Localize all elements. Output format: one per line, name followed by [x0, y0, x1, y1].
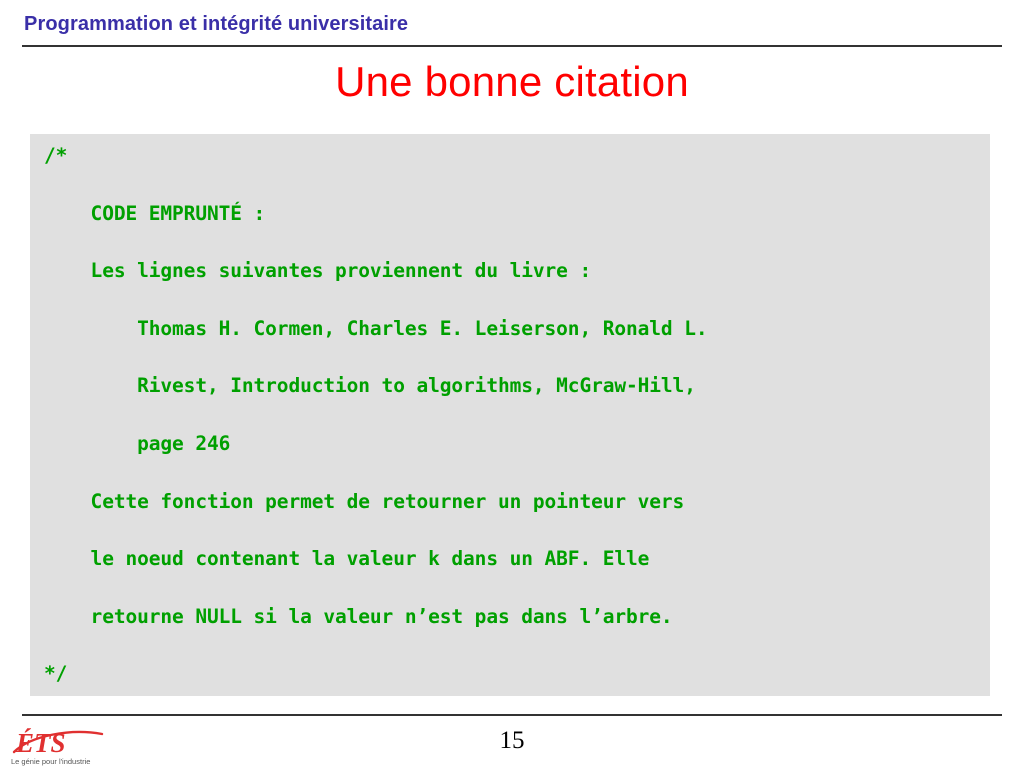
- code-token-comment: */: [44, 662, 68, 686]
- code-token-comment: CODE EMPRUNTÉ :: [44, 201, 266, 225]
- code-token-comment: Cette fonction permet de retourner un po…: [44, 489, 685, 513]
- code-line: Rivest, Introduction to algorithms, McGr…: [44, 372, 990, 401]
- code-token-comment: Les lignes suivantes proviennent du livr…: [44, 259, 592, 283]
- code-token-comment: /*: [44, 144, 68, 167]
- ets-logo-tagline: Le génie pour l'industrie: [11, 757, 91, 766]
- code-line: CODE EMPRUNTÉ :: [44, 200, 990, 229]
- code-token-comment: page 246: [44, 431, 231, 455]
- code-line: Les lignes suivantes proviennent du livr…: [44, 257, 990, 286]
- code-line: retourne NULL si la valeur n’est pas dan…: [44, 603, 990, 632]
- page-title: Une bonne citation: [335, 58, 689, 105]
- code-line: Thomas H. Cormen, Charles E. Leiserson, …: [44, 315, 990, 344]
- code-line: le noeud contenant la valeur k dans un A…: [44, 545, 990, 574]
- code-token-comment: le noeud contenant la valeur k dans un A…: [44, 547, 650, 571]
- code-block: /* CODE EMPRUNTÉ : Les lignes suivantes …: [30, 134, 990, 696]
- footer-divider: [22, 714, 1002, 716]
- code-listing: /* CODE EMPRUNTÉ : Les lignes suivantes …: [44, 142, 990, 696]
- code-token-comment: Rivest, Introduction to algorithms, McGr…: [44, 374, 696, 398]
- header-title: Programmation et intégrité universitaire: [24, 13, 409, 35]
- slide-header: Programmation et intégrité universitaire: [0, 0, 1024, 50]
- code-line: */: [44, 660, 990, 689]
- page-number: 15: [499, 727, 525, 754]
- code-token-comment: Thomas H. Cormen, Charles E. Leiserson, …: [44, 316, 708, 340]
- code-line: /*: [44, 142, 990, 171]
- code-token-comment: retourne NULL si la valeur n’est pas dan…: [44, 604, 673, 628]
- code-line: Cette fonction permet de retourner un po…: [44, 488, 990, 517]
- header-divider: [22, 45, 1002, 47]
- code-line: page 246: [44, 430, 990, 459]
